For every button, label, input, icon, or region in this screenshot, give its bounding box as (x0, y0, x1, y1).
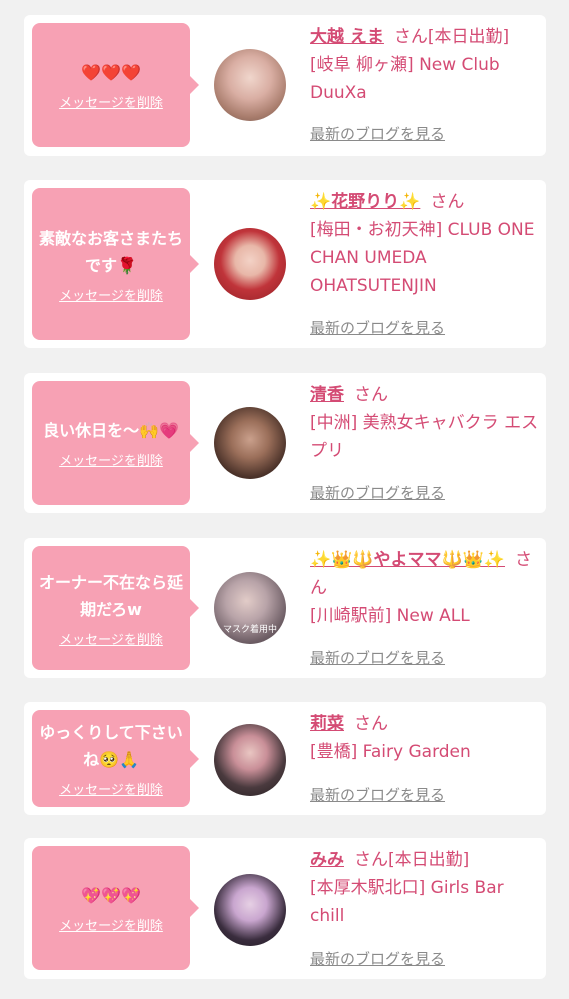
store-name: [本厚木駅北口] Girls Bar chill (310, 878, 504, 926)
avatar[interactable] (214, 49, 286, 121)
latest-blog-link[interactable]: 最新のブログを見る (310, 317, 445, 338)
message-card: オーナー不在なら延期だろw メッセージを削除 マスク着用中 ✨👑🔱やよママ🔱👑✨… (24, 538, 546, 678)
avatar[interactable] (214, 228, 286, 300)
store-name: [岐阜 柳ヶ瀬] New Club DuuXa (310, 55, 500, 103)
delete-message-link[interactable]: メッセージを削除 (59, 450, 163, 469)
message-text: 💖💖💖 (81, 886, 141, 905)
honorific: さん (430, 192, 465, 212)
cast-info: ✨👑🔱やよママ🔱👑✨ さん [川崎駅前] New ALL (310, 546, 540, 630)
latest-blog-link[interactable]: 最新のブログを見る (310, 647, 445, 668)
avatar[interactable] (214, 724, 286, 796)
message-card: 💖💖💖 メッセージを削除 みみ さん[本日出勤] [本厚木駅北口] Girls B… (24, 838, 546, 979)
delete-message-link[interactable]: メッセージを削除 (59, 285, 163, 304)
latest-blog-link[interactable]: 最新のブログを見る (310, 482, 445, 503)
message-card: ゆっくりして下さいね🥺🙏 メッセージを削除 莉菜 さん [豊橋] Fairy Ga… (24, 702, 546, 815)
cast-info: 清香 さん [中洲] 美熟女キャバクラ エスプリ (310, 381, 540, 465)
cast-info: ✨花野りり✨ さん [梅田・お初天神] CLUB ONE CHAN UMEDA O… (310, 188, 540, 300)
message-bubble: 素敵なお客さまたちです🌹 メッセージを削除 (32, 188, 199, 340)
honorific: さん[本日出勤] (354, 850, 470, 870)
avatar[interactable] (214, 407, 286, 479)
latest-blog-link[interactable]: 最新のブログを見る (310, 123, 445, 144)
cast-info: みみ さん[本日出勤] [本厚木駅北口] Girls Bar chill (310, 846, 540, 930)
avatar[interactable] (214, 874, 286, 946)
store-name: [豊橋] Fairy Garden (310, 742, 471, 762)
cast-info: 大越 えま さん[本日出勤] [岐阜 柳ヶ瀬] New Club DuuXa (310, 23, 540, 107)
delete-message-link[interactable]: メッセージを削除 (59, 779, 163, 798)
message-bubble: ゆっくりして下さいね🥺🙏 メッセージを削除 (32, 710, 199, 807)
honorific: さん (354, 385, 388, 405)
latest-blog-link[interactable]: 最新のブログを見る (310, 948, 445, 969)
latest-blog-link[interactable]: 最新のブログを見る (310, 784, 445, 805)
cast-name-link[interactable]: 大越 えま (310, 27, 384, 47)
honorific: さん (354, 714, 388, 734)
honorific: さん[本日出勤] (393, 27, 510, 47)
message-card: 良い休日を〜🙌💗 メッセージを削除 清香 さん [中洲] 美熟女キャバクラ エスプ… (24, 373, 546, 513)
message-bubble: 💖💖💖 メッセージを削除 (32, 846, 199, 970)
message-bubble: 良い休日を〜🙌💗 メッセージを削除 (32, 381, 199, 505)
avatar-caption: マスク着用中 (222, 625, 277, 635)
store-name: [中洲] 美熟女キャバクラ エスプリ (310, 413, 539, 461)
cast-name-link[interactable]: 清香 (310, 385, 344, 405)
message-text: ❤️❤️❤️ (81, 63, 141, 82)
delete-message-link[interactable]: メッセージを削除 (59, 92, 163, 111)
cast-name-link[interactable]: 莉菜 (310, 714, 344, 734)
message-text: 素敵なお客さまたちです🌹 (38, 228, 183, 275)
delete-message-link[interactable]: メッセージを削除 (59, 915, 163, 934)
message-text: 良い休日を〜🙌💗 (43, 421, 179, 440)
cast-name-link[interactable]: ✨花野りり✨ (310, 192, 420, 212)
cast-name-link[interactable]: みみ (310, 850, 344, 870)
cast-info: 莉菜 さん [豊橋] Fairy Garden (310, 710, 540, 766)
message-bubble: ❤️❤️❤️ メッセージを削除 (32, 23, 199, 147)
message-text: ゆっくりして下さいね🥺🙏 (39, 723, 183, 769)
delete-message-link[interactable]: メッセージを削除 (59, 629, 163, 648)
store-name: [川崎駅前] New ALL (310, 606, 470, 626)
message-bubble: オーナー不在なら延期だろw メッセージを削除 (32, 546, 199, 670)
message-card: 素敵なお客さまたちです🌹 メッセージを削除 ✨花野りり✨ さん [梅田・お初天神]… (24, 180, 546, 348)
store-name: [梅田・お初天神] CLUB ONE CHAN UMEDA OHATSUTENJ… (310, 220, 535, 296)
message-text: オーナー不在なら延期だろw (38, 572, 183, 619)
avatar[interactable]: マスク着用中 (214, 572, 286, 644)
cast-name-link[interactable]: ✨👑🔱やよママ🔱👑✨ (310, 550, 505, 570)
message-card: ❤️❤️❤️ メッセージを削除 大越 えま さん[本日出勤] [岐阜 柳ヶ瀬] N… (24, 15, 546, 156)
